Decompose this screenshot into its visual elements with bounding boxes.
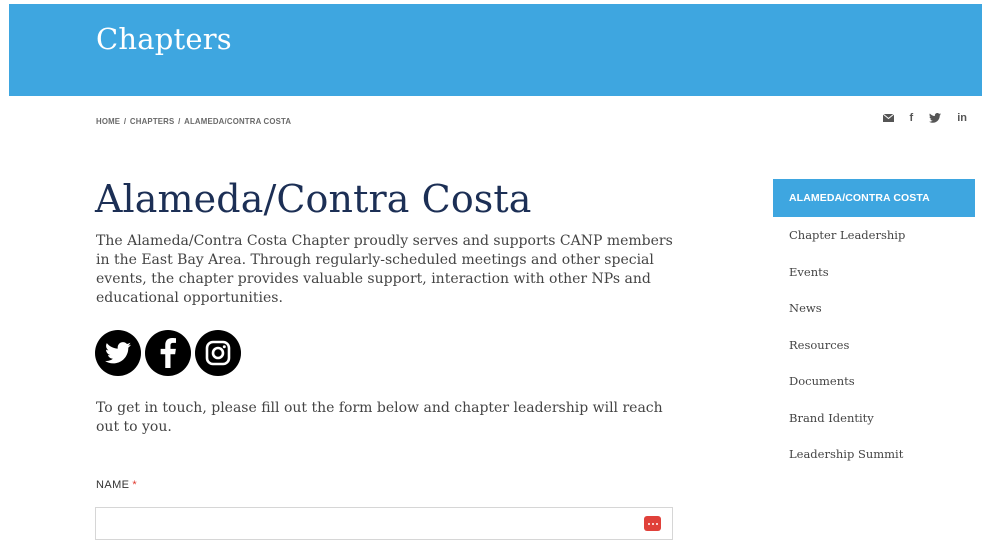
required-asterisk: *: [132, 479, 138, 491]
name-label-text: NAME: [96, 479, 130, 491]
sidebar-item-news[interactable]: News: [773, 290, 975, 327]
sidebar-item-documents[interactable]: Documents: [773, 363, 975, 400]
facebook-share-icon[interactable]: f: [910, 112, 914, 124]
banner-title: Chapters: [96, 22, 232, 56]
social-links: [95, 330, 241, 376]
sidebar-item-leadership-summit[interactable]: Leadership Summit: [773, 436, 975, 473]
autofill-icon[interactable]: [644, 516, 661, 531]
instagram-icon[interactable]: [195, 330, 241, 376]
page-banner: Chapters: [9, 4, 982, 96]
sidebar-item-events[interactable]: Events: [773, 254, 975, 291]
breadcrumb-current: ALAMEDA/CONTRA COSTA: [184, 116, 292, 126]
email-icon[interactable]: [882, 114, 894, 122]
breadcrumb-home[interactable]: HOME: [96, 116, 120, 126]
sidebar-item-chapter-leadership[interactable]: Chapter Leadership: [773, 217, 975, 254]
contact-instructions: To get in touch, please fill out the for…: [96, 400, 663, 435]
name-input[interactable]: [95, 507, 673, 540]
breadcrumb-chapters[interactable]: CHAPTERS: [130, 116, 174, 126]
breadcrumb-separator: /: [178, 116, 181, 126]
page-title: Alameda/Contra Costa: [95, 177, 532, 221]
chapter-intro: The Alameda/Contra Costa Chapter proudly…: [96, 233, 673, 306]
share-bar: f in: [882, 112, 967, 124]
sidebar-item-resources[interactable]: Resources: [773, 327, 975, 364]
name-field-label: NAME *: [96, 479, 137, 491]
breadcrumb-separator: /: [123, 116, 127, 126]
sidebar-item-brand-identity[interactable]: Brand Identity: [773, 400, 975, 437]
twitter-share-icon[interactable]: [929, 113, 942, 123]
breadcrumb: HOME / CHAPTERS / ALAMEDA/CONTRA COSTA: [96, 116, 291, 126]
facebook-icon[interactable]: [145, 330, 191, 376]
sidebar-item-alameda-contra-costa[interactable]: ALAMEDA/CONTRA COSTA: [773, 179, 975, 217]
linkedin-share-icon[interactable]: in: [957, 112, 967, 124]
twitter-icon[interactable]: [95, 330, 141, 376]
chapter-sidebar-nav: ALAMEDA/CONTRA COSTA Chapter Leadership …: [773, 179, 975, 473]
